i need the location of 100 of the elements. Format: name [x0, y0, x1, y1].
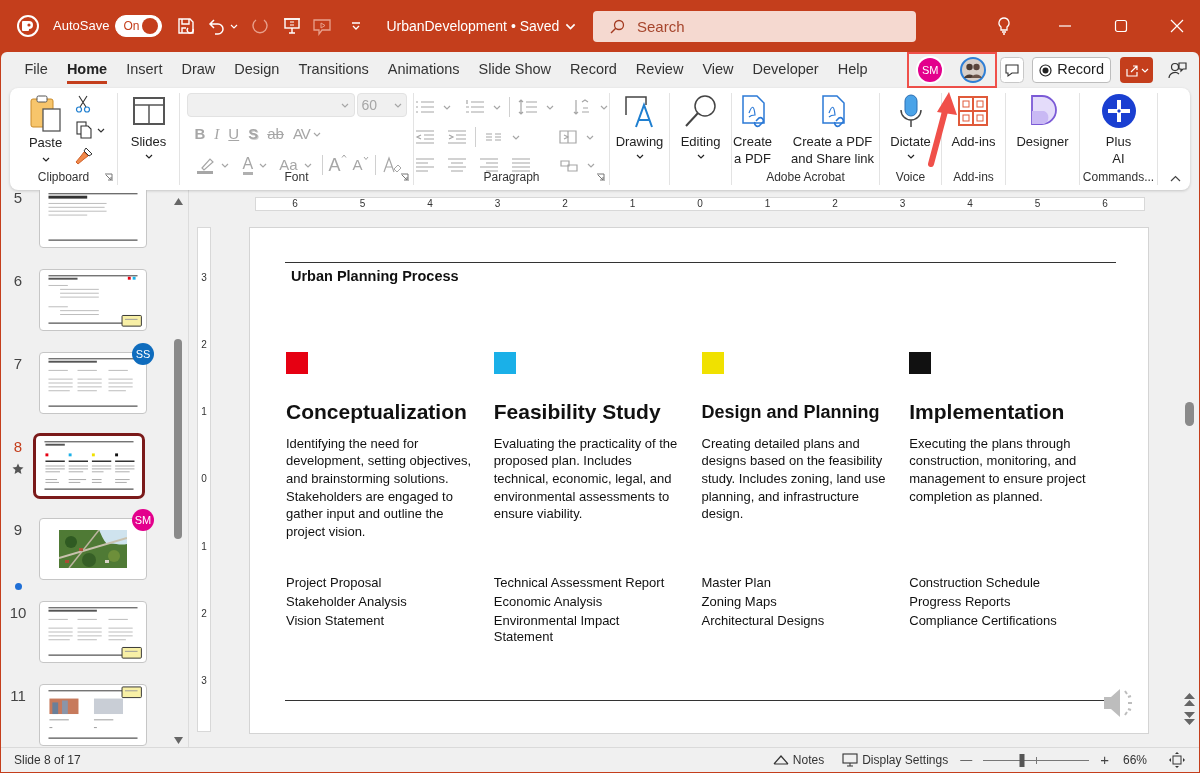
menu-tab[interactable]: Animations — [387, 56, 460, 84]
ribbon-button[interactable]: Designer — [1014, 93, 1071, 150]
dropdown-button[interactable]: Editing — [678, 93, 723, 159]
redo-icon[interactable] — [250, 16, 271, 36]
menu-tab[interactable]: Developer — [752, 56, 819, 84]
ruler-number: 2 — [201, 606, 207, 621]
notes-button[interactable]: Notes — [772, 751, 825, 769]
notes-icon — [772, 755, 789, 765]
slide-number[interactable]: 10 — [9, 602, 27, 625]
deliverable-item: Architectural Designs — [701, 612, 826, 629]
column-heading: Conceptualization — [286, 398, 468, 425]
document-title[interactable]: UrbanDevelopment • Saved — [386, 15, 560, 37]
dropdown-button[interactable]: Slides — [128, 93, 169, 159]
cut-icon[interactable] — [74, 95, 91, 113]
plus-ai-icon — [1100, 93, 1137, 129]
slideshow-icon[interactable] — [312, 16, 333, 36]
scroll-down-icon[interactable] — [173, 737, 183, 744]
presentation-icon[interactable] — [282, 16, 303, 36]
ruler-number: 3 — [201, 271, 207, 285]
menu-tab[interactable]: Transitions — [298, 56, 369, 84]
ruler-number: 0 — [696, 199, 704, 209]
menu-tab[interactable]: Home — [66, 56, 108, 84]
menu-tab[interactable]: Insert — [126, 56, 163, 84]
ribbon-button[interactable]: Plus AI — [1098, 93, 1139, 167]
zoom-out-button[interactable]: — — [960, 751, 973, 769]
search-icon — [609, 18, 625, 35]
search-field[interactable]: Search — [593, 10, 916, 42]
paste-button[interactable]: Paste — [22, 93, 69, 162]
ruler-number: 6 — [291, 199, 299, 209]
ribbon-button[interactable]: Create a PDF — [728, 93, 777, 167]
ruler-number: 5 — [358, 199, 367, 209]
slide-number[interactable]: 6 — [13, 270, 23, 293]
ruler-number: 0 — [201, 472, 207, 487]
slide-number[interactable]: 11 — [10, 685, 26, 708]
share-button[interactable] — [1120, 57, 1153, 83]
column-description: Identifying the need for development, setting objectives, and brainstorming solutions. Stakeholders are engaged to gather input and outline the project vision. — [286, 434, 472, 541]
slider-thumb[interactable] — [1019, 753, 1025, 767]
column-description: Evaluating the practicality of the proposed plan. Includes technical, economic, legal, and environmental assessments to ensure viability. — [493, 434, 679, 524]
copy-button[interactable] — [74, 121, 105, 139]
app-logo-icon[interactable] — [17, 15, 39, 37]
dialog-launcher-icon[interactable] — [104, 173, 113, 182]
slide-number[interactable]: 7 — [13, 353, 23, 376]
menu-tab[interactable]: Review — [635, 56, 684, 84]
previous-slide-icon[interactable] — [1183, 693, 1195, 707]
slide-title: Urban Planning Process — [291, 267, 460, 286]
caret-icon — [493, 104, 501, 110]
caret-icon — [587, 162, 595, 168]
ruler-number: 3 — [493, 199, 502, 209]
deliverable-item: Compliance Certifications — [909, 612, 1058, 629]
slide-number[interactable]: 5 — [13, 190, 23, 210]
menu-tab[interactable]: Slide Show — [478, 56, 552, 84]
ruler-number: 2 — [561, 199, 569, 209]
dropdown-button[interactable]: Dictate — [888, 93, 933, 159]
menu-tab[interactable]: Draw — [181, 56, 216, 84]
scroll-up-icon[interactable] — [173, 198, 183, 205]
zoom-in-button[interactable]: + — [1100, 748, 1109, 772]
comment-button[interactable] — [1000, 57, 1025, 83]
deliverable-item: Progress Reports — [909, 593, 1012, 610]
close-icon[interactable] — [1170, 19, 1184, 33]
display-settings-button[interactable]: Display Settings — [842, 751, 949, 769]
format-painter-icon[interactable] — [74, 147, 93, 165]
scrollbar-thumb[interactable] — [1184, 402, 1194, 426]
menu-tab[interactable]: Help — [837, 56, 868, 84]
caret-icon — [340, 153, 347, 158]
customize-icon[interactable] — [350, 21, 363, 31]
zoom-percent[interactable]: 66% — [1122, 751, 1147, 769]
lightbulb-icon[interactable] — [996, 17, 1012, 35]
column-description: Creating detailed plans and designs based on the feasibility study. Includes zoning, land use planning, and infrastructure design. — [701, 434, 887, 524]
save-icon[interactable] — [176, 16, 197, 36]
menu-tab[interactable]: View — [702, 56, 734, 84]
slide-thumbnail[interactable] — [33, 433, 145, 499]
caret-icon — [512, 134, 520, 140]
next-slide-icon[interactable] — [1183, 711, 1195, 725]
autosave-toggle[interactable]: On — [115, 15, 163, 37]
caret-icon — [546, 104, 554, 110]
copy-icon — [74, 121, 93, 139]
slide-number[interactable]: 9 — [13, 519, 23, 542]
caret-icon — [393, 102, 402, 108]
ribbon-button[interactable]: Add-ins — [949, 93, 998, 150]
collapse-ribbon-icon[interactable] — [1170, 175, 1181, 182]
monitor-icon — [842, 753, 859, 767]
share-icon — [1124, 63, 1139, 77]
slide-number[interactable]: 8 — [13, 436, 23, 459]
dropdown-button[interactable]: Drawing — [613, 93, 666, 159]
ribbon-button[interactable]: Create a PDF and Share link — [782, 93, 883, 167]
caret-icon — [586, 134, 594, 140]
deliverable-item: Vision Statement — [286, 612, 386, 629]
ruler-number: 5 — [1033, 199, 1042, 209]
record-button[interactable]: Record — [1032, 57, 1111, 83]
record-icon — [1039, 63, 1053, 77]
menu-tab[interactable]: Record — [570, 56, 617, 84]
avatar[interactable]: SM — [918, 58, 943, 82]
coauthor-icon[interactable] — [1167, 60, 1187, 80]
maximize-icon[interactable] — [1114, 19, 1128, 33]
scrollbar-thumb[interactable] — [174, 339, 182, 539]
caret-icon — [259, 162, 268, 168]
menu-tab[interactable]: File — [24, 56, 48, 84]
menu-tab[interactable]: Design — [234, 56, 280, 84]
fit-to-window-icon[interactable] — [1169, 752, 1185, 768]
slide[interactable] — [249, 227, 1149, 734]
